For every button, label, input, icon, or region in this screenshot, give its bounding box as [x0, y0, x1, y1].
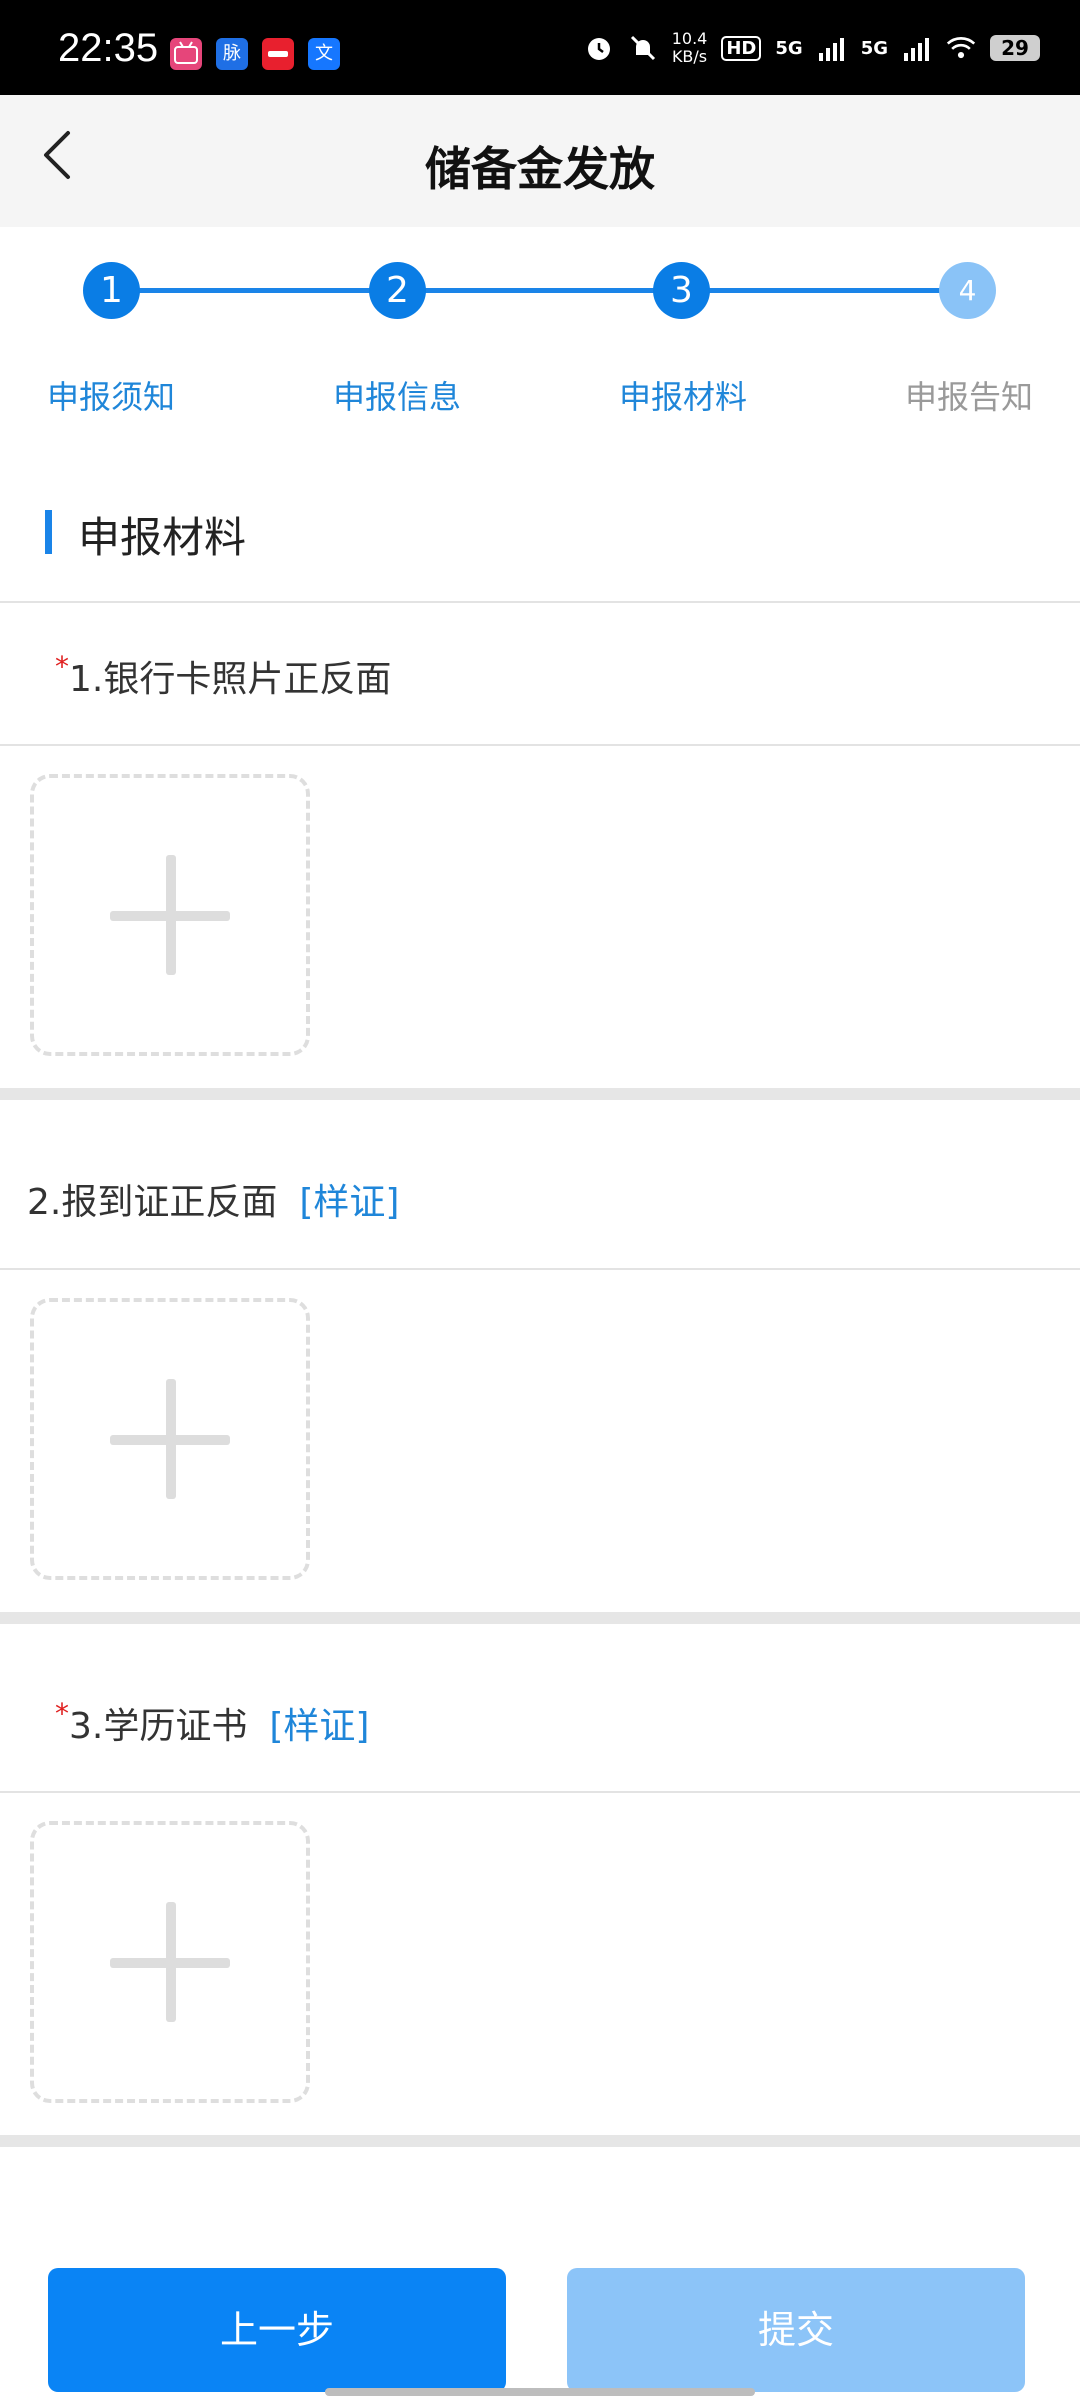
upload-diploma-button[interactable] — [30, 1821, 310, 2103]
step-3-circle: 3 — [653, 262, 710, 319]
required-mark: * — [55, 1697, 69, 1730]
bilibili-icon — [170, 38, 202, 70]
page-title: 储备金发放 — [425, 142, 655, 196]
signal-5g-2: 5G — [860, 37, 888, 59]
section-separator — [0, 1612, 1080, 1624]
item-2-label: 2.报到证正反面 [样证] — [27, 1173, 399, 1225]
step-3-label: 申报材料 — [618, 378, 747, 416]
divider — [0, 1791, 1080, 1793]
status-time: 22:35 — [58, 26, 159, 70]
item-1-text: 1.银行卡照片正反面 — [69, 659, 392, 700]
step-4-label: 申报告知 — [904, 378, 1033, 416]
mai-icon: 脉 — [216, 38, 248, 70]
progress-stepper: 1 2 3 4 申报须知 申报信息 申报材料 申报告知 — [0, 227, 1080, 437]
sample-link[interactable]: [样证] — [299, 1182, 399, 1223]
alarm-icon — [584, 33, 614, 63]
battery-indicator: 29 — [990, 35, 1040, 61]
alipay-icon: 文 — [308, 38, 340, 70]
required-mark: * — [55, 650, 69, 683]
notification-app-icons: 脉 文 — [170, 38, 340, 70]
wifi-icon — [946, 33, 976, 63]
step-1-label: 申报须知 — [46, 378, 175, 416]
item-3-label: *3.学历证书 [样证] — [55, 1697, 369, 1749]
plus-icon — [110, 1902, 230, 2022]
step-4-circle: 4 — [939, 262, 996, 319]
divider — [0, 744, 1080, 746]
signal-5g-1: 5G — [775, 37, 803, 59]
plus-icon — [110, 855, 230, 975]
item-2-text: 2.报到证正反面 — [27, 1182, 278, 1223]
step-1-circle: 1 — [83, 262, 140, 319]
previous-step-button[interactable]: 上一步 — [48, 2268, 506, 2392]
network-speed-unit: KB/s — [671, 47, 708, 66]
submit-button[interactable]: 提交 — [567, 2268, 1025, 2392]
step-connector — [397, 288, 683, 293]
divider — [0, 601, 1080, 603]
item-1-label: *1.银行卡照片正反面 — [55, 650, 391, 702]
item-3-text: 3.学历证书 — [69, 1706, 248, 1747]
xiaohongshu-icon — [262, 38, 294, 70]
status-indicators: 10.4 KB/s HD 5G 5G 29 — [584, 30, 1040, 66]
step-2-circle: 2 — [369, 262, 426, 319]
section-accent-bar — [45, 510, 52, 554]
divider — [0, 1268, 1080, 1270]
section-separator — [0, 2135, 1080, 2147]
signal-bars-icon — [817, 33, 847, 63]
upload-bank-card-button[interactable] — [30, 774, 310, 1056]
upload-report-card-button[interactable] — [30, 1298, 310, 1580]
section-separator — [0, 1088, 1080, 1100]
home-indicator[interactable] — [325, 2388, 755, 2396]
sample-link[interactable]: [样证] — [269, 1706, 369, 1747]
mute-bell-icon — [628, 33, 658, 63]
step-2-label: 申报信息 — [332, 378, 461, 416]
network-speed: 10.4 KB/s — [672, 30, 708, 66]
signal-bars-icon — [902, 33, 932, 63]
step-connector — [681, 288, 967, 293]
status-bar: 22:35 脉 文 10.4 KB/s HD 5G 5G 29 — [0, 0, 1080, 95]
section-title: 申报材料 — [78, 513, 247, 562]
network-speed-value: 10.4 — [671, 29, 708, 48]
nav-header: 储备金发放 — [0, 95, 1080, 227]
plus-icon — [110, 1379, 230, 1499]
hd-badge: HD — [721, 35, 762, 61]
step-connector — [111, 288, 399, 293]
